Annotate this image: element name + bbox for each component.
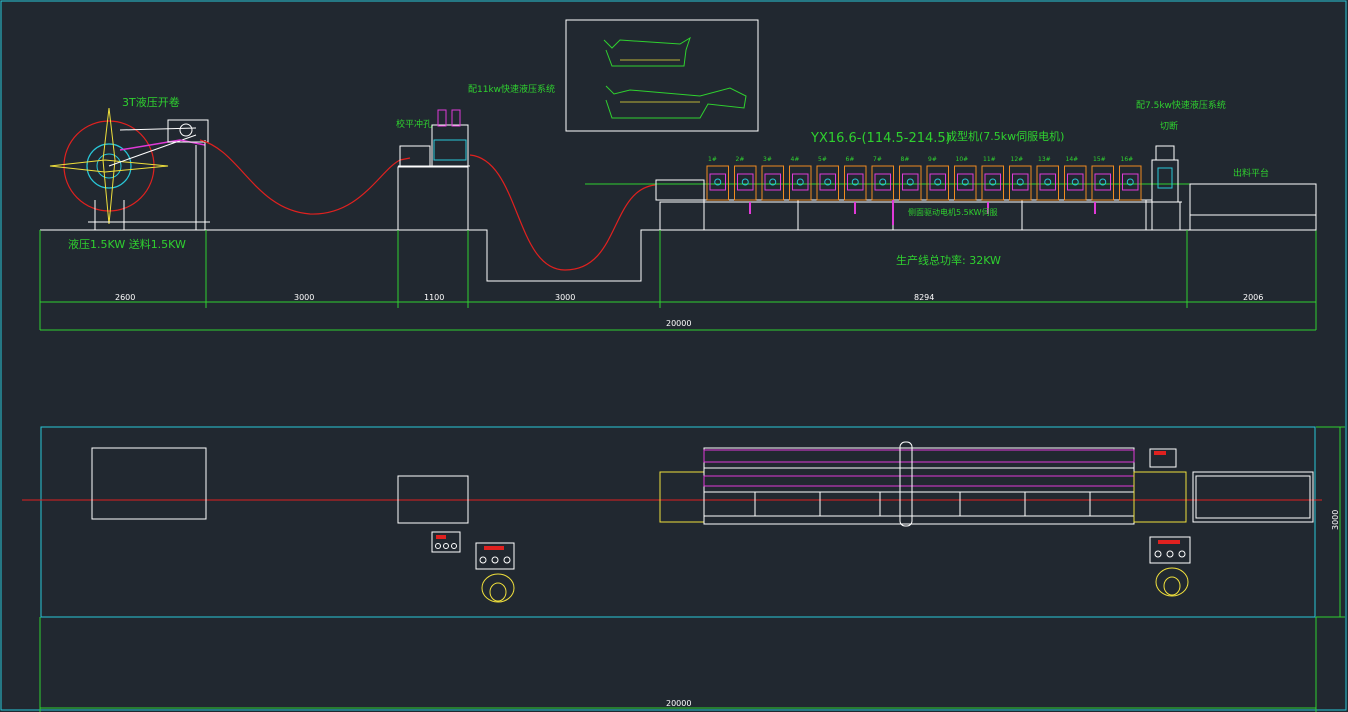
station-label: 3#: [763, 156, 772, 163]
uncoiler-power-label: 液压1.5KW 送料1.5KW: [68, 237, 186, 251]
floor-line: [40, 229, 1316, 282]
roll-stand: [871, 165, 894, 201]
cad-drawing: 3T液压开卷 校平冲孔 配11kw快速液压系统 1# 2# 3# 4# 5# 6…: [0, 0, 1347, 712]
roll-stand: [789, 165, 812, 201]
runout-label: 出料平台: [1233, 167, 1269, 179]
dim-2600: 2600: [115, 293, 135, 302]
station-label: 7#: [873, 156, 882, 163]
station-label: 6#: [846, 156, 855, 163]
roll-stand: [1064, 165, 1087, 201]
uncoiler-label: 3T液压开卷: [122, 95, 180, 109]
total-power-label: 生产线总功率: 32KW: [896, 253, 1001, 267]
elevation-view: 3T液压开卷 校平冲孔 配11kw快速液压系统 1# 2# 3# 4# 5# 6…: [39, 19, 1317, 331]
station-label: 1#: [708, 156, 717, 163]
hyd-station-1-label: 配11kw快速液压系统: [468, 83, 555, 95]
dimension-chain-top: 2600 3000 1100 3000 8294 2006 20000 液压1.…: [40, 230, 1316, 331]
roll-stand: [1036, 165, 1059, 201]
dim-1100: 1100: [424, 293, 444, 302]
dim-total-bottom: 20000: [666, 699, 691, 708]
roll-stand: [899, 165, 922, 201]
control-panel-4: [1149, 536, 1191, 597]
station-label: 12#: [1011, 156, 1024, 163]
station-label: 14#: [1066, 156, 1079, 163]
plan-uncoiler: [91, 447, 207, 520]
cutting-label: 切断: [1160, 120, 1178, 132]
leveler-label: 校平冲孔: [396, 118, 432, 130]
plan-view: 20000 3000: [22, 426, 1345, 712]
roll-former: 1# 2# 3# 4# 5# 6# 7# 8# 9# 10# 11# 12# 13# 14# 15# 16# …: [585, 129, 1190, 267]
roll-stand: [954, 165, 977, 201]
roll-stand: [1009, 165, 1032, 201]
station-label: 13#: [1038, 156, 1051, 163]
control-panel-3: [1149, 448, 1177, 468]
dim-width: 3000: [1331, 510, 1340, 530]
profile-detail-box: [565, 19, 759, 132]
control-panel-1: [431, 531, 461, 553]
roll-stand: [734, 165, 757, 201]
plan-runout: [1192, 471, 1314, 523]
roll-stand: [706, 165, 729, 201]
plan-roll-former: [659, 441, 1187, 527]
station-label: 5#: [818, 156, 827, 163]
roll-stand: [981, 165, 1004, 201]
control-panel-2: [475, 542, 515, 603]
strip-loop-1: [199, 139, 411, 215]
roll-stand: [761, 165, 784, 201]
strip-loop-2: [469, 154, 656, 271]
roll-stand: [844, 165, 867, 201]
station-label: 2#: [736, 156, 745, 163]
hyd-station-2-label: 配7.5kw快速液压系统: [1136, 99, 1226, 111]
station-label: 10#: [956, 156, 969, 163]
station-label: 9#: [928, 156, 937, 163]
dim-total-top: 20000: [666, 319, 691, 328]
station-label: 8#: [901, 156, 910, 163]
uncoiler: 3T液压开卷: [49, 95, 210, 230]
dim-8294: 8294: [914, 293, 934, 302]
roll-stand: [1119, 165, 1142, 201]
sub-motor-label: 侧面驱动电机5.5KW伺服: [908, 207, 998, 217]
station-label: 11#: [983, 156, 996, 163]
station-label: 4#: [791, 156, 800, 163]
station-label: 16#: [1121, 156, 1134, 163]
runout-table: 出料平台: [1189, 167, 1317, 231]
dim-3000-a: 3000: [294, 293, 314, 302]
station-label: 15#: [1093, 156, 1106, 163]
main-title: YX16.6-(114.5-214.5): [810, 131, 951, 146]
roll-stand: [816, 165, 839, 201]
main-motor-label: 成型机(7.5kw伺服电机): [946, 129, 1064, 143]
cutting-unit: 配7.5kw快速液压系统 切断: [1136, 99, 1226, 230]
roll-stand: [926, 165, 949, 201]
dim-2006: 2006: [1243, 293, 1263, 302]
dim-3000-b: 3000: [555, 293, 575, 302]
roll-stand: [1091, 165, 1114, 201]
